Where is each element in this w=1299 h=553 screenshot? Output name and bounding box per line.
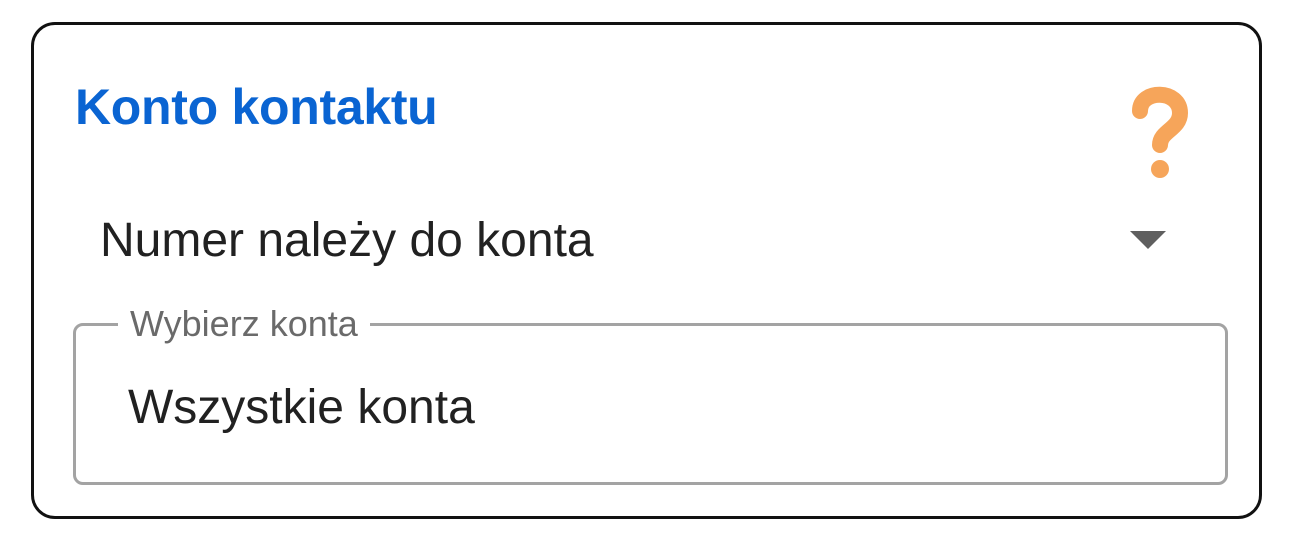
dropdown-selected-value: Numer należy do konta	[100, 214, 594, 267]
dropdown-arrow-icon	[1130, 231, 1166, 251]
card-title: Konto kontaktu	[75, 79, 438, 135]
question-mark-icon[interactable]	[1132, 83, 1188, 179]
select-accounts-field[interactable]: Wybierz konta Wszystkie konta	[73, 302, 1228, 485]
account-type-dropdown[interactable]: Numer należy do konta	[100, 205, 1180, 277]
select-accounts-label: Wybierz konta	[118, 302, 370, 346]
contact-account-card: Konto kontaktu Numer należy do konta Wyb…	[31, 22, 1262, 519]
select-accounts-value: Wszystkie konta	[128, 381, 475, 434]
